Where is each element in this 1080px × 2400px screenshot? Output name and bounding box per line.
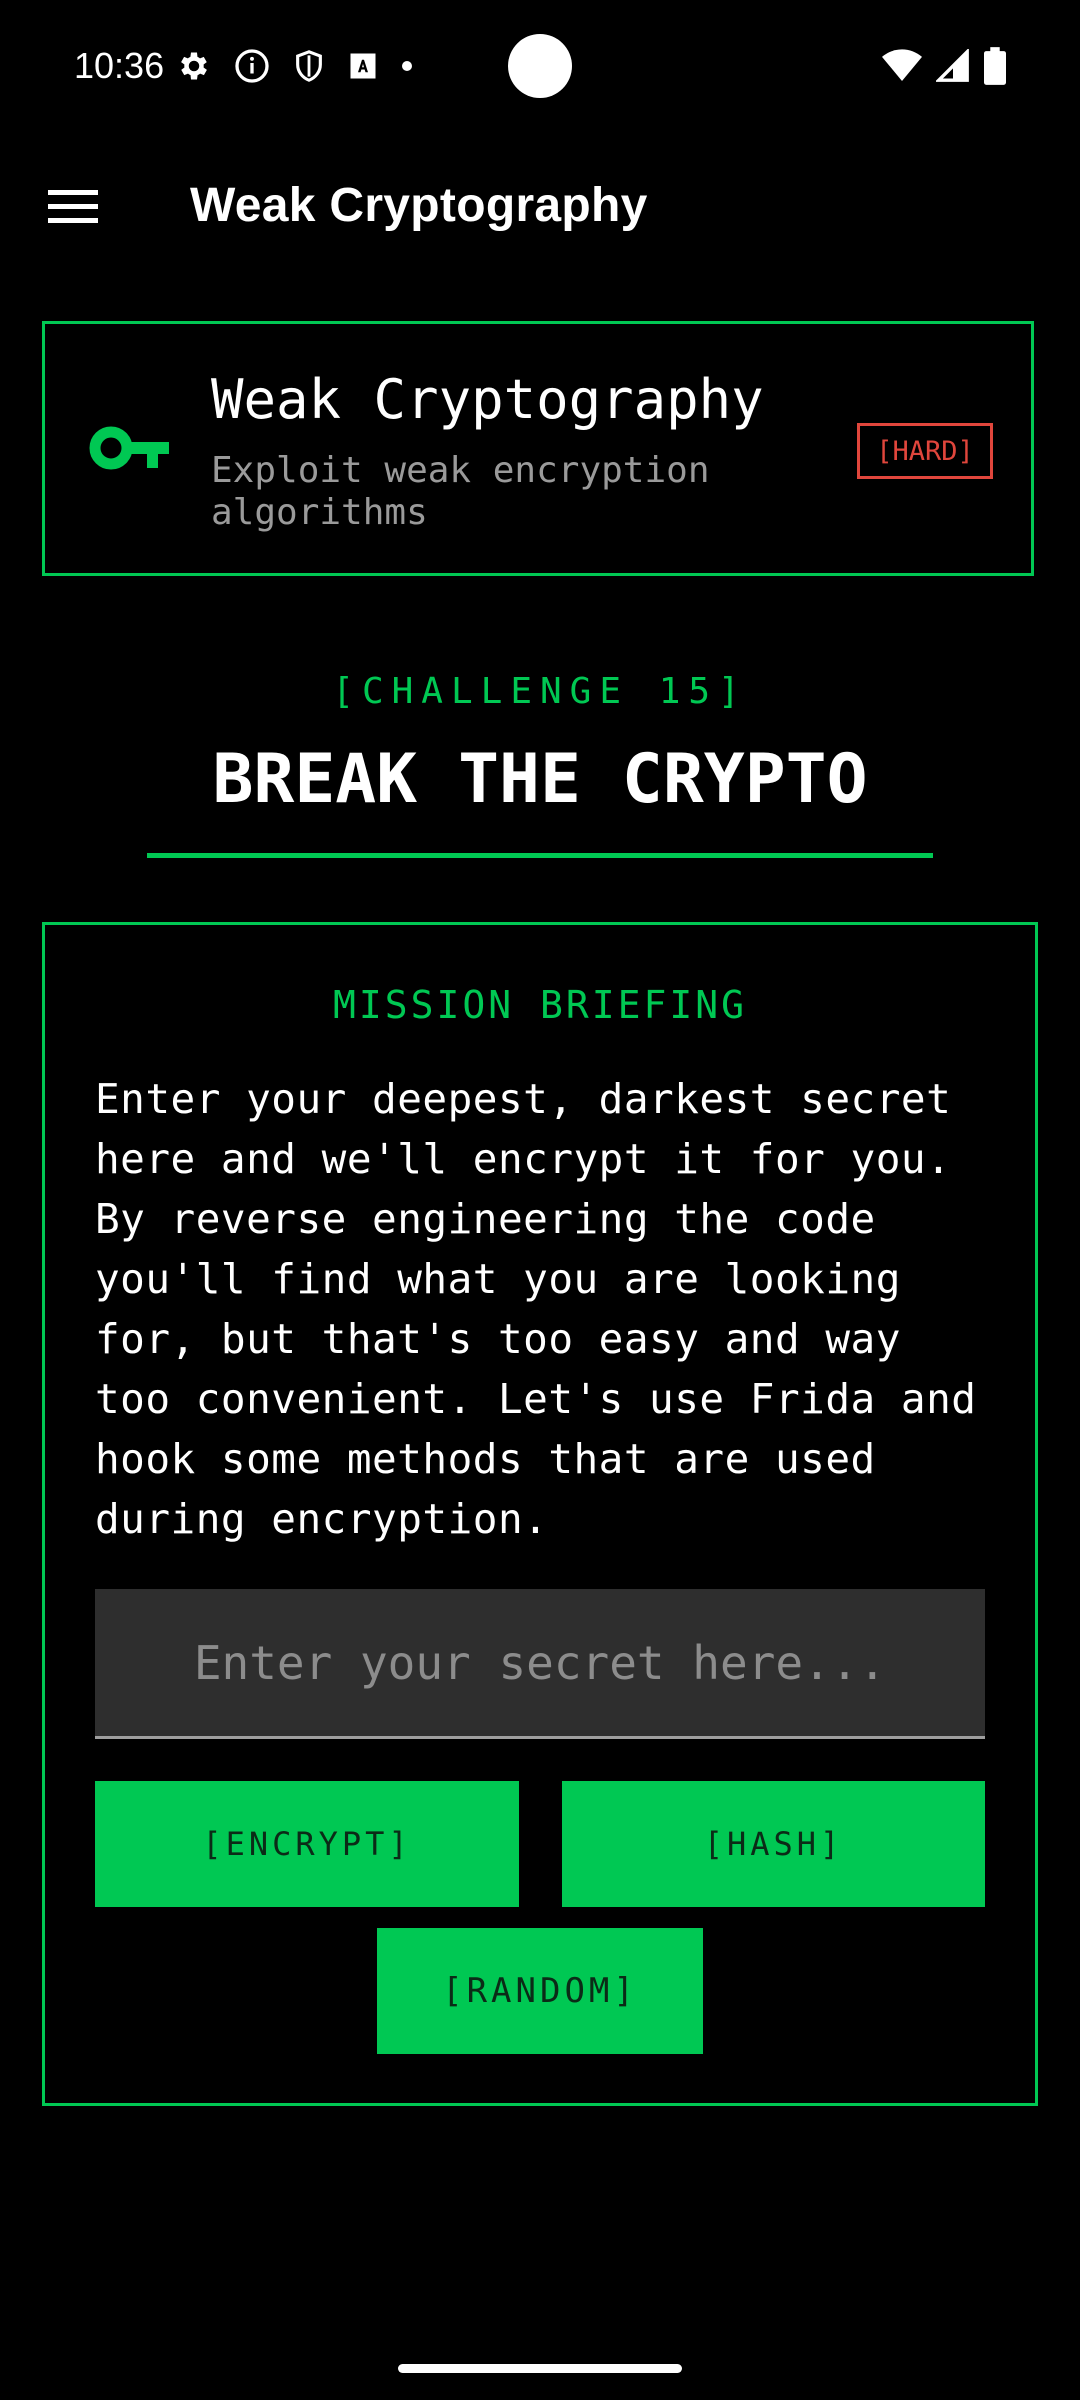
wifi-icon	[882, 49, 922, 83]
app-bar-title: Weak Cryptography	[190, 179, 648, 232]
app-screen: 10:36 Weak Cryptography Weak Cryptograph…	[0, 0, 1080, 2400]
title-underline-divider	[147, 853, 933, 858]
challenge-number-label: [CHALLENGE 15]	[332, 671, 748, 712]
random-button[interactable]: [RANDOM]	[377, 1928, 703, 2054]
card-subtitle: Exploit weak encryption algorithms	[211, 450, 710, 533]
key-icon	[89, 426, 171, 476]
dot-icon	[400, 59, 414, 73]
shield-icon	[292, 48, 326, 84]
info-icon	[234, 48, 270, 84]
status-icons-left	[176, 46, 414, 86]
encrypt-button[interactable]: [ENCRYPT]	[95, 1781, 519, 1907]
settings-icon	[176, 48, 212, 84]
font-icon	[348, 51, 378, 81]
hash-button[interactable]: [HASH]	[562, 1781, 985, 1907]
mission-briefing-heading: MISSION BRIEFING	[332, 983, 748, 1027]
challenge-title: BREAK THE CRYPTO	[212, 740, 868, 819]
app-bar: Weak Cryptography	[0, 150, 1080, 262]
card-title: Weak Cryptography	[211, 368, 764, 431]
status-icons-right	[882, 46, 1006, 86]
camera-cutout	[508, 34, 572, 98]
battery-icon	[984, 47, 1006, 85]
status-bar: 10:36	[0, 0, 1080, 130]
gesture-nav-handle[interactable]	[398, 2364, 682, 2373]
hamburger-menu-icon[interactable]	[48, 186, 98, 226]
secret-input[interactable]	[95, 1589, 985, 1739]
status-time: 10:36	[74, 45, 165, 86]
challenge-header-card: Weak Cryptography Exploit weak encryptio…	[42, 321, 1034, 576]
difficulty-badge: [HARD]	[857, 423, 993, 479]
mission-briefing-card: MISSION BRIEFING Enter your deepest, dar…	[42, 922, 1038, 2106]
mission-briefing-text: Enter your deepest, darkest secret here …	[95, 1075, 977, 1543]
signal-icon	[936, 49, 970, 83]
